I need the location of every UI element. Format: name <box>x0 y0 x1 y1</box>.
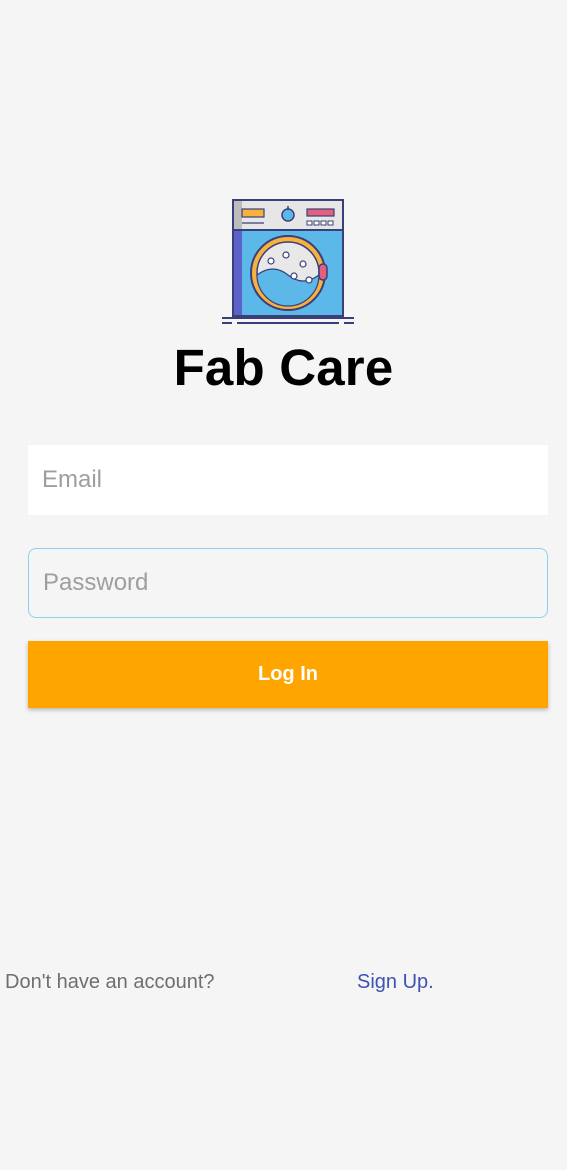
washing-machine-icon <box>222 199 354 324</box>
login-button[interactable]: Log In <box>28 641 548 708</box>
password-field[interactable] <box>28 548 548 618</box>
signup-link[interactable]: Sign Up. <box>357 971 434 994</box>
app-title: Fab Care <box>173 339 394 396</box>
no-account-text: Don't have an account? <box>5 971 215 993</box>
email-field[interactable] <box>28 445 548 515</box>
